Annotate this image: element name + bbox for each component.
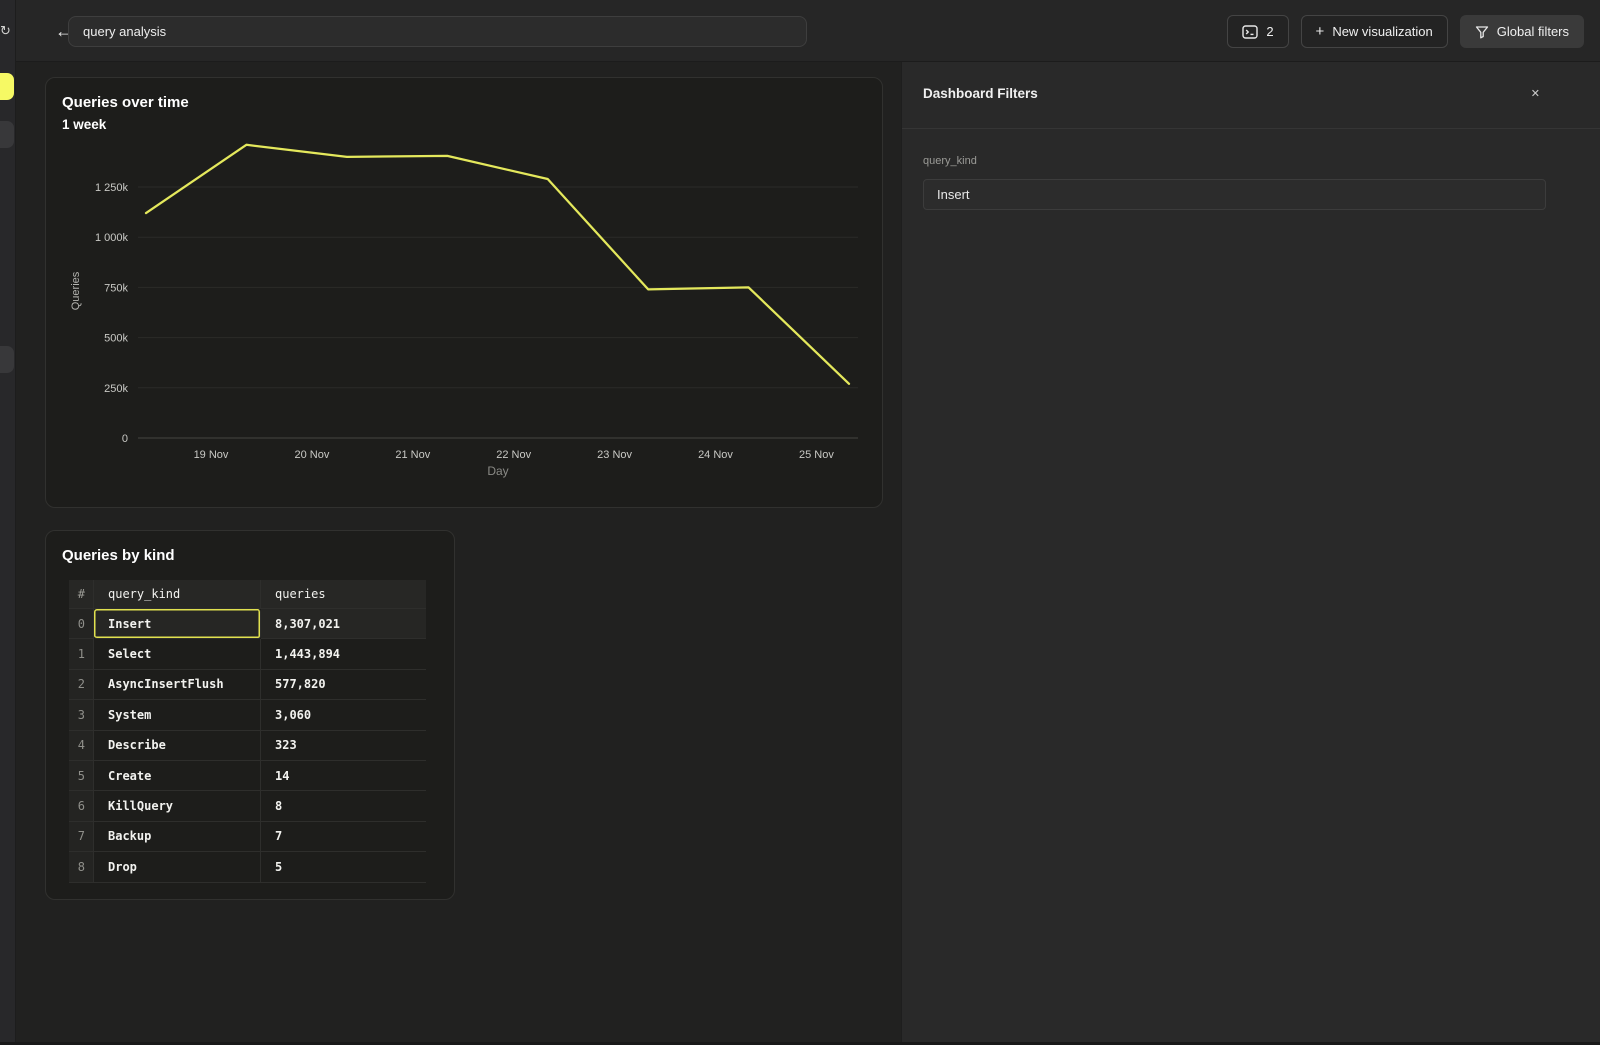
new-visualization-button[interactable]: + New visualization bbox=[1301, 15, 1448, 48]
query-kind-cell[interactable]: Insert bbox=[94, 609, 261, 639]
y-tick-label: 1 250k bbox=[95, 182, 129, 194]
x-tick-label: 22 Nov bbox=[496, 449, 531, 461]
row-index-cell: 7 bbox=[69, 822, 94, 852]
dashboard-title-input[interactable] bbox=[68, 16, 807, 47]
y-tick-label: 750k bbox=[104, 282, 128, 294]
query-kind-cell[interactable]: KillQuery bbox=[94, 791, 261, 821]
queries-value-cell[interactable]: 1,443,894 bbox=[261, 639, 426, 669]
x-tick-label: 25 Nov bbox=[799, 449, 834, 461]
filters-panel-title: Dashboard Filters bbox=[923, 86, 1038, 101]
table-row: 5Create14 bbox=[69, 761, 426, 791]
queries-value-cell[interactable]: 7 bbox=[261, 822, 426, 852]
y-tick-label: 500k bbox=[104, 333, 128, 345]
filters-divider bbox=[902, 128, 1600, 129]
column-header-index: # bbox=[69, 580, 94, 609]
queries-over-time-panel: Queries over time 1 week 0 250k 500k 750k 1 … bbox=[45, 77, 883, 508]
y-axis-title: Queries bbox=[70, 271, 82, 310]
queries-value-cell[interactable]: 323 bbox=[261, 731, 426, 761]
x-axis-title: Day bbox=[487, 464, 508, 478]
queries-value-cell[interactable]: 14 bbox=[261, 761, 426, 791]
row-index-cell: 1 bbox=[69, 639, 94, 669]
sidebar-item[interactable] bbox=[0, 346, 14, 373]
table-row: 0Insert8,307,021 bbox=[69, 609, 426, 639]
row-index-cell: 5 bbox=[69, 761, 94, 791]
queries-value-cell[interactable]: 8 bbox=[261, 791, 426, 821]
query-kind-cell[interactable]: System bbox=[94, 700, 261, 730]
filter-field-label: query_kind bbox=[923, 155, 977, 167]
x-tick-label: 23 Nov bbox=[597, 449, 632, 461]
row-index-cell: 3 bbox=[69, 700, 94, 730]
close-icon[interactable]: ✕ bbox=[1531, 87, 1540, 100]
row-index-cell: 0 bbox=[69, 609, 94, 639]
sql-console-icon bbox=[1242, 25, 1258, 39]
query-kind-cell[interactable]: AsyncInsertFlush bbox=[94, 670, 261, 700]
chart-subtitle: 1 week bbox=[62, 117, 106, 132]
x-tick-label: 19 Nov bbox=[194, 449, 229, 461]
query-kind-cell[interactable]: Create bbox=[94, 761, 261, 791]
table-row: 8Drop5 bbox=[69, 852, 426, 882]
column-header-queries: queries bbox=[261, 580, 426, 609]
queries-by-kind-panel: Queries by kind #query_kindqueries0Inser… bbox=[45, 530, 455, 900]
topbar-actions: 2 + New visualization Global filters bbox=[1227, 15, 1584, 48]
row-index-cell: 2 bbox=[69, 670, 94, 700]
query-kind-cell[interactable]: Select bbox=[94, 639, 261, 669]
table-row: 2AsyncInsertFlush577,820 bbox=[69, 670, 426, 700]
query-kind-cell[interactable]: Drop bbox=[94, 852, 261, 882]
y-tick-label: 250k bbox=[104, 383, 128, 395]
global-filters-label: Global filters bbox=[1497, 24, 1569, 39]
row-index-cell: 6 bbox=[69, 791, 94, 821]
query-kind-cell[interactable]: Backup bbox=[94, 822, 261, 852]
plus-icon: + bbox=[1316, 24, 1325, 39]
queries-value-cell[interactable]: 8,307,021 bbox=[261, 609, 426, 639]
y-tick-label: 1 000k bbox=[95, 232, 129, 244]
sidebar-item-active-dashboard[interactable] bbox=[0, 73, 14, 100]
refresh-icon[interactable]: ↻ bbox=[0, 24, 11, 37]
column-header-query_kind: query_kind bbox=[94, 580, 261, 609]
table-row: 3System3,060 bbox=[69, 700, 426, 730]
sidebar: ↻ bbox=[0, 0, 16, 1045]
filter-funnel-icon bbox=[1475, 25, 1489, 39]
topbar: ← 2 + New visualization bbox=[16, 0, 1600, 62]
query-kind-cell[interactable]: Describe bbox=[94, 731, 261, 761]
queries-value-cell[interactable]: 5 bbox=[261, 852, 426, 882]
x-tick-label: 24 Nov bbox=[698, 449, 733, 461]
row-index-cell: 8 bbox=[69, 852, 94, 882]
chart-title: Queries over time bbox=[62, 94, 189, 111]
y-tick-label: 0 bbox=[122, 433, 128, 445]
queries-over-time-chart: 0 250k 500k 750k 1 000k 1 250k Queries 19 Nov 20… bbox=[46, 131, 882, 496]
sql-console-button[interactable]: 2 bbox=[1227, 15, 1288, 48]
dashboard-canvas: Queries over time 1 week 0 250k 500k 750k 1 … bbox=[16, 62, 901, 1045]
table-header-row: #query_kindqueries bbox=[69, 580, 426, 609]
queries-series-line bbox=[146, 145, 849, 384]
table-row: 7Backup7 bbox=[69, 822, 426, 852]
table-row: 6KillQuery8 bbox=[69, 791, 426, 821]
x-tick-label: 21 Nov bbox=[395, 449, 430, 461]
x-tick-label: 20 Nov bbox=[294, 449, 329, 461]
row-index-cell: 4 bbox=[69, 731, 94, 761]
query-kind-filter-input[interactable] bbox=[923, 179, 1546, 210]
table-row: 1Select1,443,894 bbox=[69, 639, 426, 669]
global-filters-button[interactable]: Global filters bbox=[1460, 15, 1584, 48]
queries-by-kind-table: #query_kindqueries0Insert8,307,0211Selec… bbox=[69, 580, 426, 883]
queries-value-cell[interactable]: 3,060 bbox=[261, 700, 426, 730]
sql-console-count: 2 bbox=[1266, 24, 1273, 39]
table-row: 4Describe323 bbox=[69, 731, 426, 761]
sidebar-item[interactable] bbox=[0, 121, 14, 148]
app-window: ↻ ← 2 + New visualization bbox=[0, 0, 1600, 1045]
dashboard-filters-panel: Dashboard Filters ✕ query_kind bbox=[901, 62, 1600, 1045]
new-visualization-label: New visualization bbox=[1332, 24, 1432, 39]
table-title: Queries by kind bbox=[62, 547, 175, 564]
queries-value-cell[interactable]: 577,820 bbox=[261, 670, 426, 700]
